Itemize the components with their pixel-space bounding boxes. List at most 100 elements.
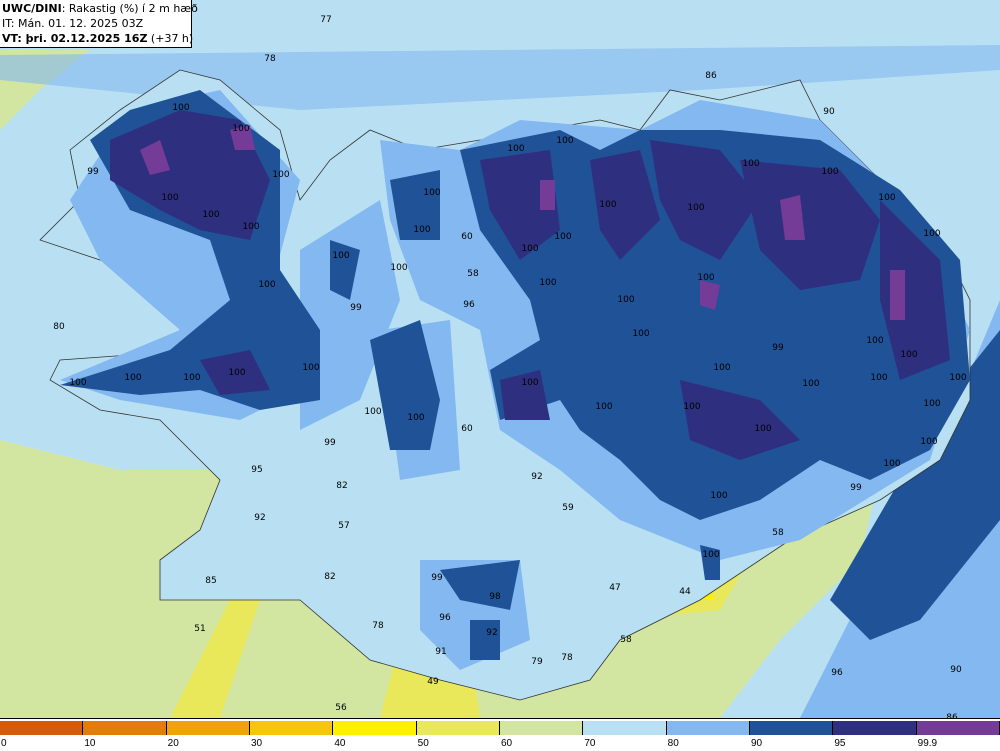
map-value-label: 49 (427, 677, 439, 687)
map-value-label: 92 (531, 472, 542, 482)
legend-swatch (333, 721, 417, 735)
map-value-label: 57 (338, 521, 349, 531)
legend-tick-label: 70 (584, 738, 596, 749)
map-value-label: 100 (754, 424, 771, 434)
map-value-label: 100 (900, 350, 917, 360)
map-value-label: 100 (821, 167, 838, 177)
map-value-label: 100 (69, 378, 86, 388)
map-value-label: 100 (521, 244, 538, 254)
map-value-label: 100 (866, 336, 883, 346)
map-value-label: 92 (486, 628, 497, 638)
map-value-label: 56 (335, 703, 347, 713)
map-value-label: 100 (687, 203, 704, 213)
map-value-label: 47 (609, 583, 620, 593)
map-value-label: 100 (183, 373, 200, 383)
map-value-label: 100 (172, 103, 189, 113)
map-value-label: 82 (336, 481, 347, 491)
map-value-label: 44 (679, 587, 691, 597)
map-value-label: 100 (920, 437, 937, 447)
map-value-label: 100 (232, 124, 249, 134)
map-value-label: 96 (463, 300, 475, 310)
map-value-label: 100 (521, 378, 538, 388)
lead-time: (+37 h) (147, 32, 194, 45)
map-value-label: 78 (561, 653, 573, 663)
map-value-label: 99 (87, 167, 99, 177)
map-value-label: 100 (364, 407, 381, 417)
map-value-label: 79 (531, 657, 543, 667)
map-value-label: 100 (923, 229, 940, 239)
legend-tick-label: 40 (334, 738, 346, 749)
map-value-label: 100 (413, 225, 430, 235)
map-value-label: 96 (439, 613, 451, 623)
map-value-label: 100 (332, 251, 349, 261)
map-value-label: 100 (595, 402, 612, 412)
map-value-label: 100 (923, 399, 940, 409)
legend-swatch (916, 721, 1000, 735)
legend-tick-label: 10 (84, 738, 96, 749)
legend-tick-label: 30 (251, 738, 263, 749)
map-value-label: 78 (264, 54, 276, 64)
map-value-label: 100 (124, 373, 141, 383)
legend-swatch (0, 721, 84, 735)
map-value-label: 100 (228, 368, 245, 378)
map-value-label: 100 (302, 363, 319, 373)
map-value-label: 100 (697, 273, 714, 283)
map-value-label: 77 (320, 15, 331, 25)
map-value-label: 59 (562, 503, 574, 513)
map-value-label: 60 (461, 424, 473, 434)
map-value-label: 99 (850, 483, 862, 493)
map-value-label: 100 (883, 459, 900, 469)
map-value-label: 100 (617, 295, 634, 305)
map-value-label: 91 (435, 647, 446, 657)
map-value-label: 100 (713, 363, 730, 373)
map-value-label: 58 (467, 269, 479, 279)
map-value-label: 99 (772, 343, 784, 353)
legend-tick-label: 50 (417, 738, 429, 749)
legend-swatch (166, 721, 250, 735)
map-value-label: 58 (772, 528, 784, 538)
map-value-label: 100 (539, 278, 556, 288)
map-value-label: 96 (831, 668, 843, 678)
map-value-label: 99 (324, 438, 336, 448)
map-value-label: 95 (251, 465, 262, 475)
title-box: UWC/DINI: Rakastig (%) í 2 m hæð IT: Mán… (0, 0, 198, 48)
map-value-label: 100 (272, 170, 289, 180)
legend-tick-label: 20 (167, 738, 179, 749)
legend-tick-label: 0 (1, 738, 7, 749)
map-value-label: 86 (705, 71, 717, 81)
model-name: UWC/DINI (2, 2, 62, 15)
map-value-label: 100 (507, 144, 524, 154)
map-value-label: 100 (949, 373, 966, 383)
legend-swatch (666, 721, 750, 735)
legend-tick-label: 90 (751, 738, 763, 749)
legend-swatch (416, 721, 500, 735)
map-value-label: 99 (350, 303, 362, 313)
variable-name: : Rakastig (%) í 2 m hæð (61, 2, 198, 15)
map-value-label: 100 (683, 402, 700, 412)
map-value-label: 58 (620, 635, 632, 645)
map-value-label: 90 (823, 107, 835, 117)
map-value-label: 100 (742, 159, 759, 169)
map-value-label: 100 (202, 210, 219, 220)
valid-time: VT: þri. 02.12.2025 16Z (2, 32, 148, 45)
map-value-label: 100 (702, 550, 719, 560)
legend-swatch (83, 721, 167, 735)
legend-swatch (500, 721, 584, 735)
legend-tick-label: 99.9 (917, 738, 938, 749)
map-value-label: 51 (194, 624, 205, 634)
map-value-label: 100 (878, 193, 895, 203)
legend-swatch (833, 721, 917, 735)
map-value-label: 60 (461, 232, 473, 242)
map-value-label: 98 (489, 592, 501, 602)
map-value-label: 78 (372, 621, 384, 631)
issue-time: IT: Mán. 01. 12. 2025 03Z (2, 17, 144, 30)
map-value-label: 100 (390, 263, 407, 273)
humidity-map: 77 78 86 90 100 100 99 100 100 100 100 100 100 100 100… (0, 0, 1000, 718)
map-value-label: 100 (407, 413, 424, 423)
map-value-label: 100 (710, 491, 727, 501)
map-value-label: 80 (53, 322, 65, 332)
map-value-label: 90 (950, 665, 962, 675)
map-value-label: 82 (324, 572, 335, 582)
color-legend: 0 10 20 30 40 50 60 70 80 90 95 99.9 (0, 718, 1000, 751)
legend-swatch (583, 721, 667, 735)
